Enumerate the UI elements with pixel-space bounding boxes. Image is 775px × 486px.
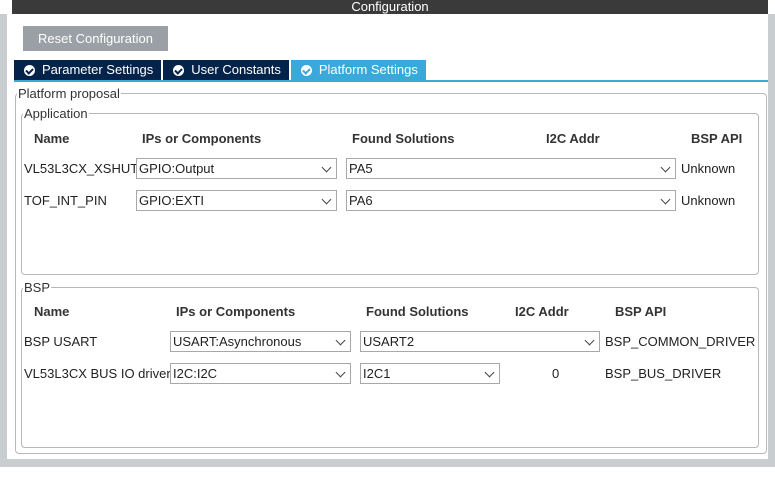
- ips-select[interactable]: GPIO:Output: [136, 158, 337, 179]
- column-header-ips: IPs or Components: [142, 131, 262, 146]
- i2c-addr-value: 0: [552, 366, 560, 381]
- found-solutions-select[interactable]: PA6: [346, 190, 676, 211]
- column-header-name: Name: [34, 304, 70, 319]
- found-solutions-value: PA6: [349, 193, 373, 208]
- found-solutions-select[interactable]: PA5: [346, 158, 676, 179]
- column-header-found-solutions: Found Solutions: [352, 131, 455, 146]
- chevron-down-icon: [660, 162, 671, 173]
- found-solutions-select[interactable]: I2C1: [360, 363, 500, 384]
- tab-platform-settings[interactable]: Platform Settings: [290, 60, 426, 80]
- bsp-api-value: BSP_BUS_DRIVER: [605, 366, 722, 381]
- tab-bar: Parameter Settings User Constants Platfo…: [14, 60, 428, 81]
- chevron-down-icon: [335, 335, 346, 346]
- found-solutions-value: PA5: [349, 161, 373, 176]
- bsp-api-value: Unknown: [681, 193, 736, 208]
- tab-user-constants[interactable]: User Constants: [163, 60, 289, 80]
- ips-select[interactable]: GPIO:EXTI: [136, 190, 337, 211]
- reset-configuration-button[interactable]: Reset Configuration: [23, 26, 168, 51]
- found-solutions-value: I2C1: [363, 366, 391, 381]
- chevron-down-icon: [484, 367, 495, 378]
- ips-select[interactable]: I2C:I2C: [170, 363, 351, 384]
- left-border: [0, 14, 7, 460]
- bsp-api-value: Unknown: [681, 161, 736, 176]
- platform-proposal-legend: Platform proposal: [18, 86, 120, 101]
- ips-select[interactable]: USART:Asynchronous: [170, 331, 351, 352]
- app-row-name: VL53L3CX_XSHUT: [24, 161, 139, 176]
- chevron-down-icon: [321, 162, 332, 173]
- bsp-legend: BSP: [24, 280, 51, 295]
- tab-label: Platform Settings: [318, 62, 418, 77]
- column-header-i2c-addr: I2C Addr: [546, 131, 600, 146]
- column-header-i2c-addr: I2C Addr: [515, 304, 569, 319]
- column-header-name: Name: [34, 131, 70, 146]
- check-circle-icon: [24, 64, 35, 76]
- bsp-api-value: BSP_COMMON_DRIVER: [605, 334, 756, 349]
- chevron-down-icon: [584, 335, 595, 346]
- bsp-row-name: VL53L3CX BUS IO driver: [24, 366, 171, 381]
- tab-label: User Constants: [191, 62, 281, 77]
- bottom-border: [0, 459, 775, 467]
- found-solutions-select[interactable]: USART2: [360, 331, 600, 352]
- ips-select-value: I2C:I2C: [173, 366, 218, 381]
- ips-select-value: GPIO:Output: [139, 161, 215, 176]
- tab-parameter-settings[interactable]: Parameter Settings: [14, 60, 162, 80]
- column-header-bsp-api: BSP API: [615, 304, 667, 319]
- column-header-ips: IPs or Components: [176, 304, 296, 319]
- check-circle-icon: [300, 64, 312, 76]
- right-border: [768, 14, 775, 460]
- chevron-down-icon: [335, 367, 346, 378]
- tab-label: Parameter Settings: [42, 62, 154, 77]
- window-title: Configuration: [12, 0, 768, 14]
- ips-select-value: USART:Asynchronous: [173, 334, 302, 349]
- found-solutions-value: USART2: [363, 334, 415, 349]
- column-header-bsp-api: BSP API: [691, 131, 743, 146]
- app-row-name: TOF_INT_PIN: [24, 193, 107, 208]
- ips-select-value: GPIO:EXTI: [139, 193, 205, 208]
- check-circle-icon: [173, 64, 185, 76]
- tab-underline: [14, 80, 768, 82]
- application-legend: Application: [24, 106, 88, 121]
- chevron-down-icon: [321, 194, 332, 205]
- column-header-found-solutions: Found Solutions: [366, 304, 469, 319]
- bsp-row-name: BSP USART: [24, 334, 98, 349]
- chevron-down-icon: [660, 194, 671, 205]
